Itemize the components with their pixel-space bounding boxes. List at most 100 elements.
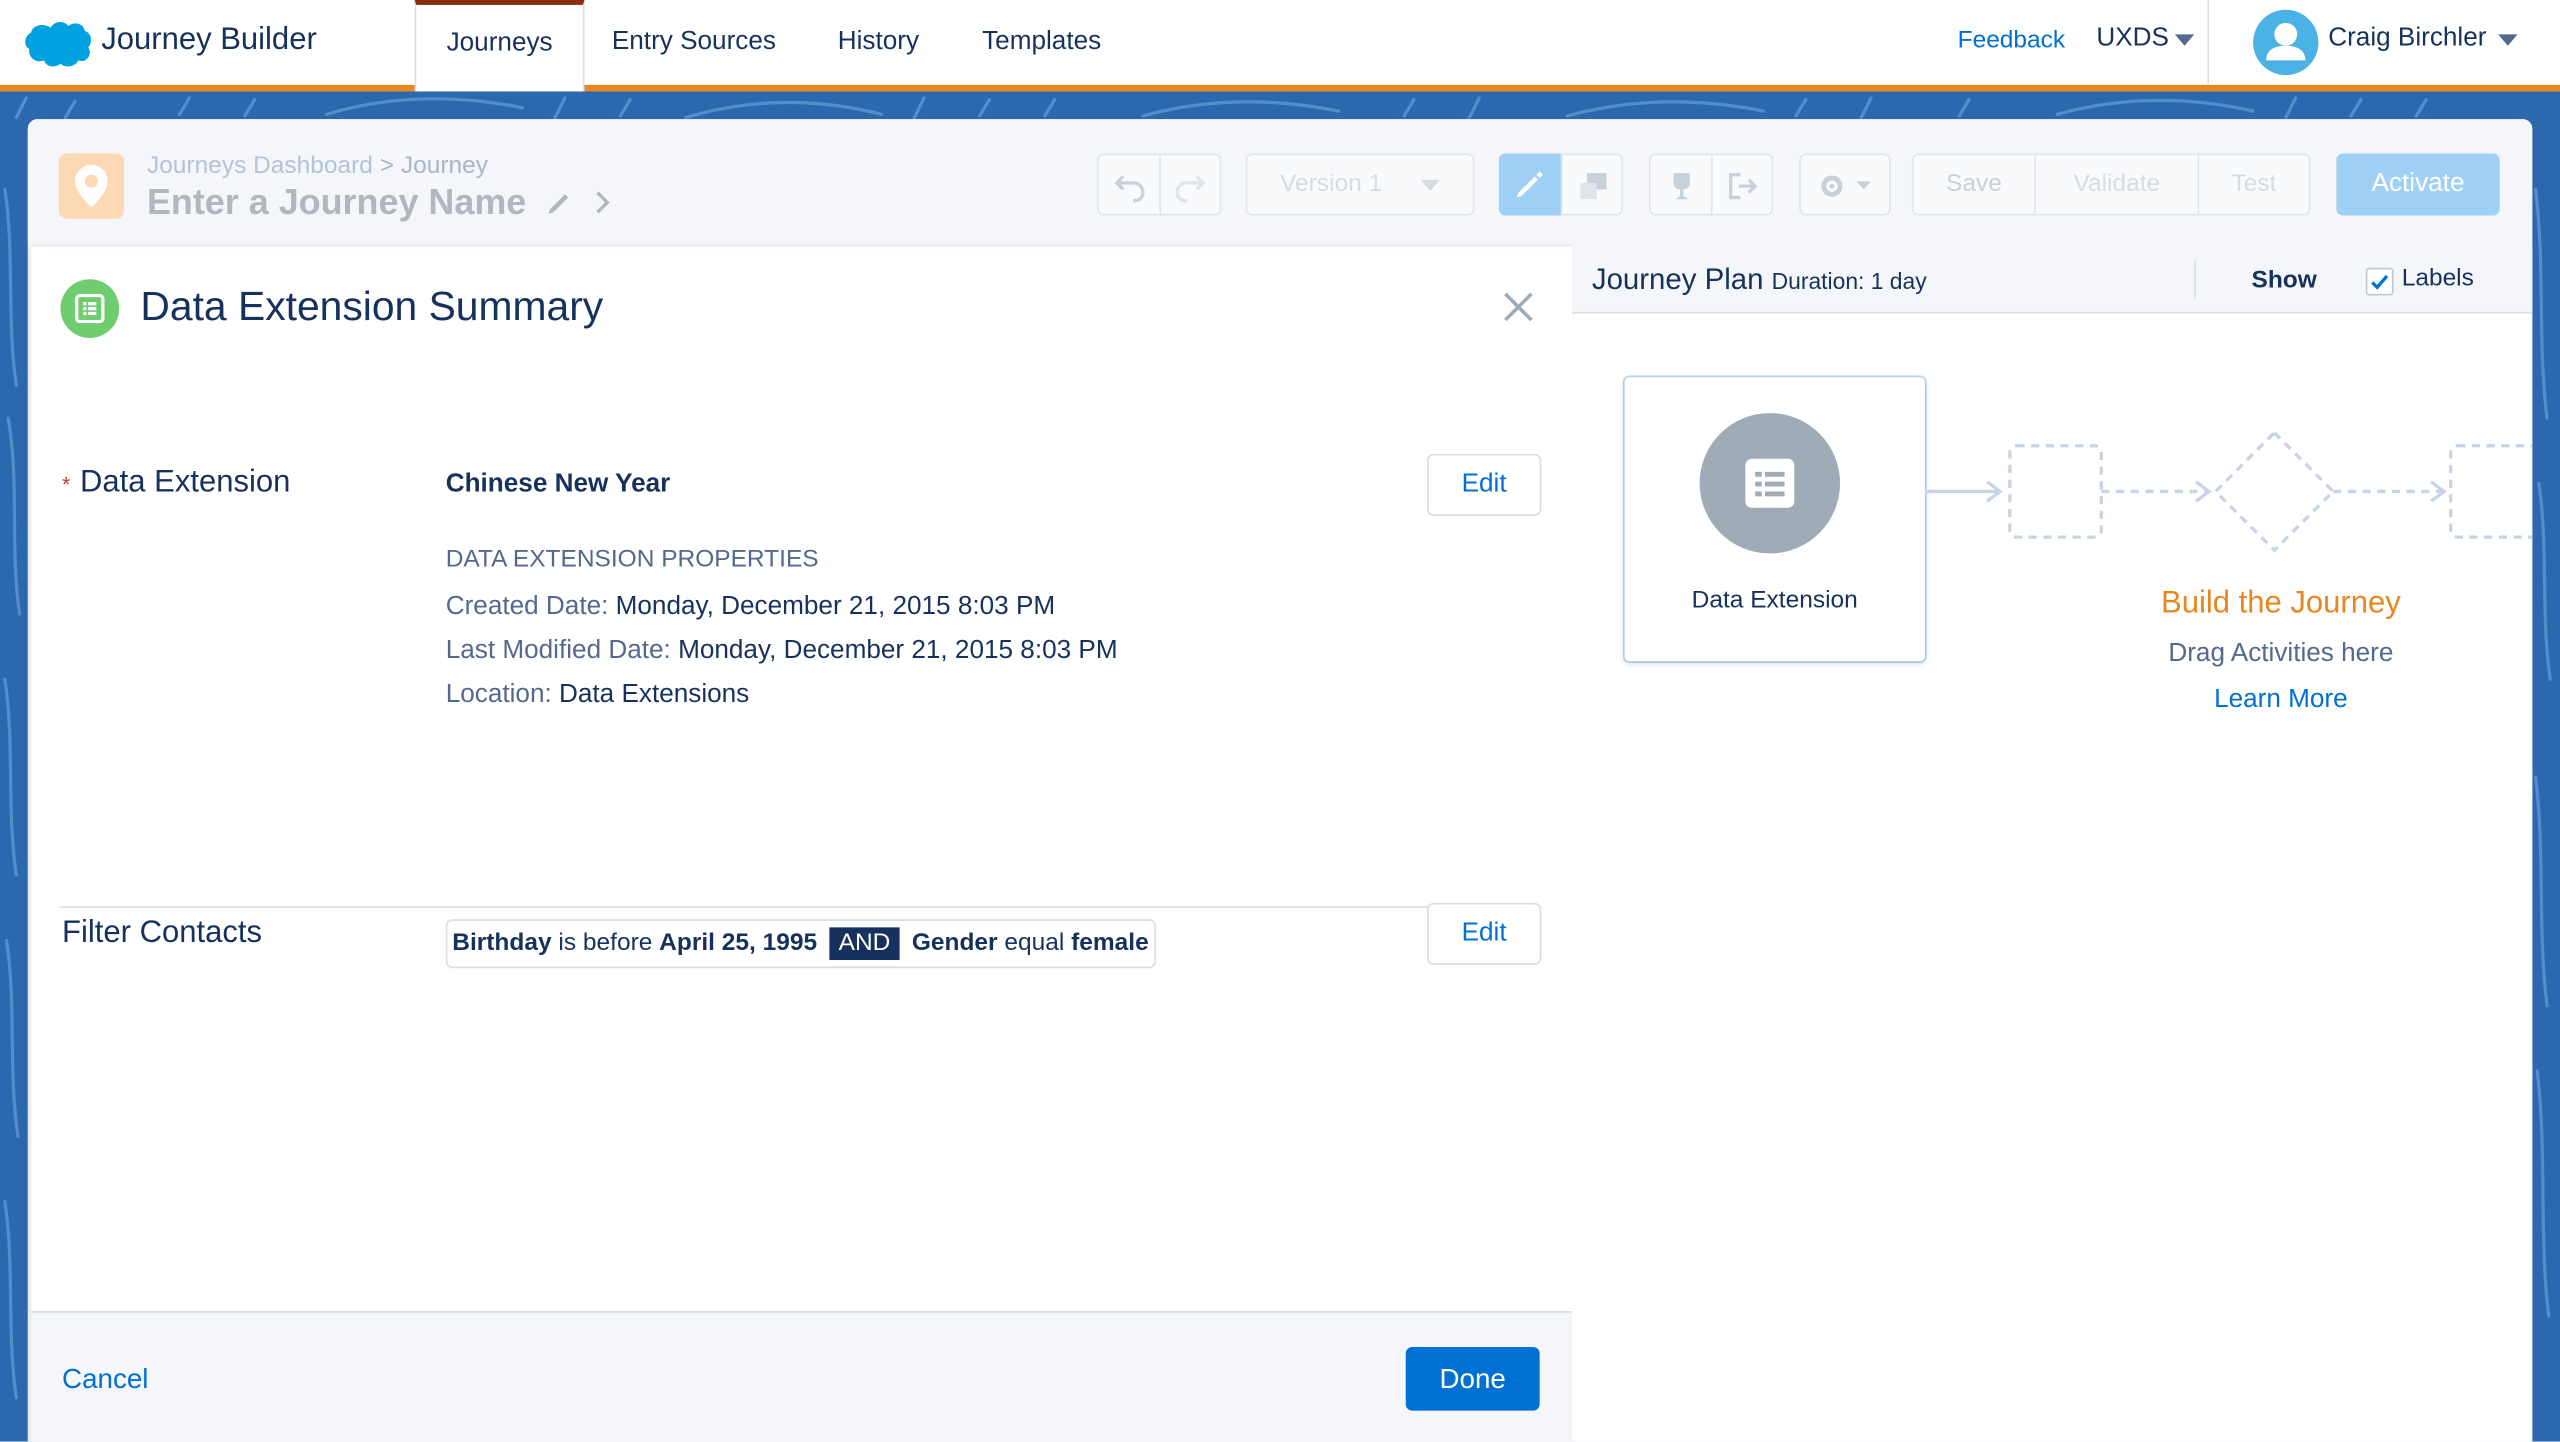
property-key: Last Modified Date: — [445, 636, 671, 665]
filter-conjunction: AND — [828, 927, 901, 961]
nav-divider — [2207, 0, 2210, 85]
labels-checkbox[interactable] — [2365, 267, 2394, 296]
top-navigation-bar: Journey Builder Journeys Entry Sources H… — [0, 0, 2560, 92]
section-divider — [60, 906, 1542, 908]
edit-filter-button[interactable]: Edit — [1426, 902, 1542, 965]
action-button-group: Save Validate Test — [1911, 153, 2311, 216]
chevron-down-icon[interactable] — [2174, 34, 2195, 47]
journey-canvas-card: Journeys Dashboard > Journey Enter a Jou… — [27, 119, 2533, 1442]
location-row: Location: Data Extensions — [446, 681, 750, 710]
property-value: Monday, December 21, 2015 8:03 PM — [678, 636, 1118, 665]
filter-value: female — [1071, 929, 1149, 957]
undo-redo-group — [1097, 153, 1222, 216]
build-journey-title: Build the Journey — [2161, 586, 2401, 621]
filter-value: April 25, 1995 — [659, 929, 818, 957]
breadcrumb-dashboard-link[interactable]: Journeys Dashboard — [147, 152, 373, 180]
journey-placeholder-path — [1924, 430, 2533, 553]
activate-button[interactable]: Activate — [2336, 153, 2500, 216]
property-key: Created Date: — [445, 592, 609, 621]
divider — [2194, 259, 2196, 299]
property-key: Location: — [445, 680, 552, 709]
avatar[interactable] — [2253, 9, 2319, 76]
edit-mode-button[interactable] — [1498, 153, 1561, 216]
properties-heading: DATA EXTENSION PROPERTIES — [445, 545, 819, 574]
validate-button[interactable]: Validate — [2036, 155, 2198, 214]
entry-node-label: Data Extension — [1691, 586, 1858, 614]
tab-templates[interactable]: Templates — [963, 0, 1120, 85]
breadcrumb-current: Journey — [400, 151, 489, 180]
stamp-icon — [1580, 173, 1607, 200]
journey-header: Journeys Dashboard > Journey Enter a Jou… — [27, 119, 2533, 247]
breadcrumb-separator: > — [379, 151, 395, 180]
panel-footer: Cancel Done — [31, 1311, 1573, 1442]
redo-icon[interactable] — [1174, 170, 1207, 203]
modified-date-row: Last Modified Date: Monday, December 21,… — [446, 637, 1118, 666]
created-date-row: Created Date: Monday, December 21, 2015 … — [446, 593, 1055, 622]
app-title: Journey Builder — [101, 22, 317, 58]
data-extension-label: Data Extension — [80, 465, 291, 500]
pencil-icon[interactable] — [545, 188, 574, 217]
version-label: Version 1 — [1280, 169, 1383, 198]
data-extension-summary-panel: Data Extension Summary * Data Extension … — [31, 246, 1573, 1442]
chevron-right-icon[interactable] — [593, 189, 613, 215]
panel-title: Data Extension Summary — [140, 284, 604, 330]
salesforce-cloud-icon — [25, 21, 92, 67]
labels-label[interactable]: Labels — [2402, 264, 2474, 292]
map-pin-icon — [75, 164, 108, 208]
chevron-down-icon[interactable] — [2498, 34, 2518, 47]
test-button[interactable]: Test — [2199, 155, 2308, 214]
done-button[interactable]: Done — [1405, 1346, 1540, 1411]
tab-history[interactable]: History — [816, 0, 940, 85]
show-label: Show — [2251, 266, 2317, 294]
journey-plan-bar: Journey Plan Duration: 1 day Show Labels — [1572, 246, 2533, 314]
user-menu[interactable]: Craig Birchler — [2328, 24, 2486, 53]
plan-title-text: Journey Plan — [1591, 262, 1764, 296]
property-value: Monday, December 21, 2015 8:03 PM — [615, 592, 1056, 621]
plan-duration: Duration: 1 day — [1771, 267, 1927, 294]
cancel-button[interactable]: Cancel — [62, 1363, 148, 1396]
journey-icon — [58, 153, 125, 219]
property-value: Data Extensions — [559, 680, 750, 709]
journey-plan-title: Journey Plan Duration: 1 day — [1592, 263, 1927, 297]
chevron-down-icon — [1420, 179, 1441, 192]
trophy-icon[interactable] — [1665, 170, 1698, 203]
filter-operator: is before — [558, 929, 653, 957]
save-button[interactable]: Save — [1914, 155, 2035, 214]
edit-data-extension-button[interactable]: Edit — [1426, 453, 1542, 516]
filter-field: Gender — [911, 929, 998, 957]
chevron-down-icon — [1856, 181, 1872, 190]
copy-mode-button[interactable] — [1560, 153, 1623, 216]
undo-icon[interactable] — [1114, 170, 1147, 203]
org-switcher[interactable]: UXDS — [2096, 24, 2169, 53]
filter-expression: Birthday is before April 25, 1995 AND Ge… — [445, 919, 1156, 969]
journey-plan-panel: Journey Plan Duration: 1 day Show Labels — [1572, 246, 2533, 1442]
tab-journeys[interactable]: Journeys — [414, 0, 585, 92]
build-journey-subtitle: Drag Activities here — [2168, 640, 2394, 668]
checkmark-icon — [2371, 274, 2389, 290]
version-select[interactable]: Version 1 — [1245, 153, 1475, 216]
user-icon — [2266, 22, 2306, 61]
feedback-link[interactable]: Feedback — [1958, 26, 2066, 54]
node-icon — [1699, 413, 1841, 554]
close-icon[interactable] — [1500, 289, 1536, 325]
entry-source-node[interactable]: Data Extension — [1624, 377, 1925, 662]
filter-operator: equal — [1004, 929, 1065, 957]
breadcrumb: Journeys Dashboard > Journey — [147, 152, 488, 180]
exit-icon[interactable] — [1726, 170, 1759, 203]
divider — [1711, 155, 1713, 214]
tab-entry-sources[interactable]: Entry Sources — [594, 0, 793, 85]
gear-icon — [1821, 175, 1843, 197]
learn-more-link[interactable]: Learn More — [2118, 686, 2445, 715]
data-extension-name: Chinese New Year — [445, 470, 671, 498]
divider — [1159, 155, 1161, 214]
settings-menu[interactable] — [1799, 153, 1891, 216]
panel-icon — [60, 279, 120, 338]
required-marker: * — [62, 471, 71, 497]
goal-exit-group — [1649, 153, 1774, 216]
list-icon — [75, 293, 105, 324]
journey-name-field[interactable]: Enter a Journey Name — [147, 181, 526, 223]
filter-contacts-label: Filter Contacts — [62, 915, 263, 951]
list-icon — [1745, 458, 1795, 508]
pencil-icon — [1516, 171, 1543, 198]
filter-field: Birthday — [452, 929, 552, 957]
